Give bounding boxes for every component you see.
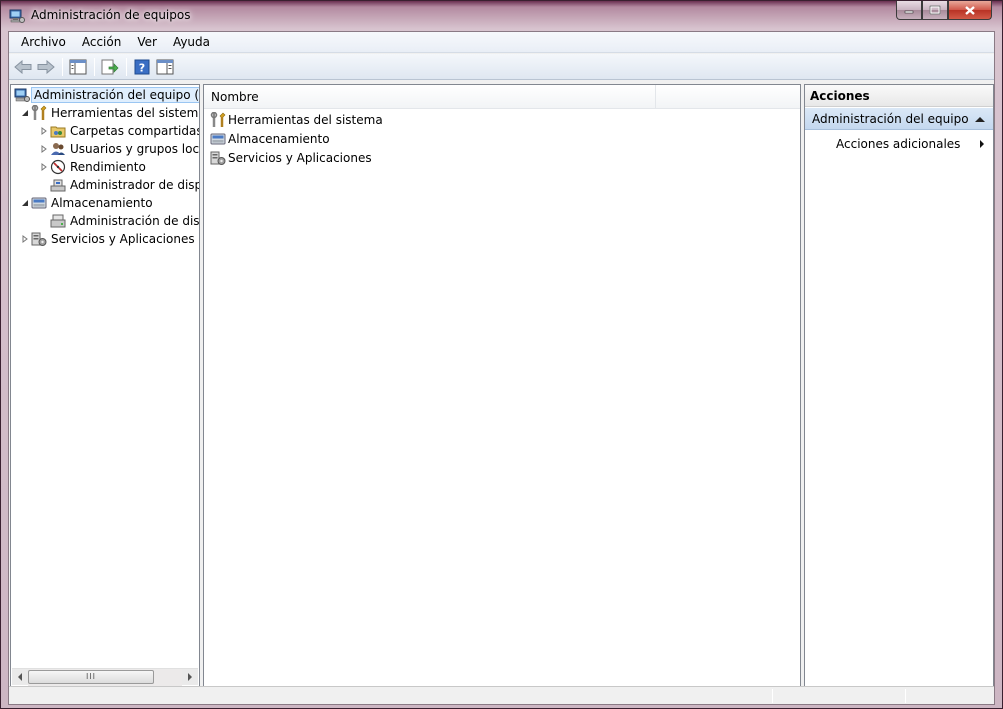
performance-icon [50, 159, 66, 175]
show-hide-action-pane-button[interactable] [154, 56, 176, 78]
tree-item-label: Usuarios y grupos locales [70, 142, 200, 156]
tree-item-computer-management[interactable]: Administración del equipo (local) [14, 86, 199, 104]
tree-item-label: Carpetas compartidas [70, 124, 200, 138]
console-tree-pane: Administración del equipo (local) Herram… [10, 84, 200, 687]
storage-icon [31, 197, 47, 209]
forward-button[interactable] [35, 56, 57, 78]
back-button[interactable] [12, 56, 34, 78]
collapsed-triangle-icon[interactable] [38, 143, 50, 155]
tree-item-label: Administración de discos [70, 214, 200, 228]
services-icon [210, 151, 226, 165]
back-arrow-icon [14, 59, 32, 74]
shared-folder-icon [50, 126, 66, 138]
client-area: Archivo Acción Ver Ayuda ? Administració… [8, 31, 995, 705]
action-item-label: Acciones adicionales [836, 137, 961, 151]
status-separator [905, 689, 906, 703]
help-icon: ? [134, 59, 150, 74]
toolbar-separator [126, 57, 127, 76]
toolbar: ? [9, 54, 994, 80]
actions-section-label: Administración del equipo (... [812, 111, 973, 126]
computer-management-icon [14, 88, 30, 102]
window-title: Administración de equipos [31, 8, 191, 22]
show-hide-action-pane-icon [156, 59, 174, 74]
maximize-button[interactable] [922, 1, 948, 20]
title-bar[interactable]: Administración de equipos [1, 1, 1002, 31]
actions-pane: Acciones Administración del equipo (... … [804, 84, 994, 687]
disk-management-icon [50, 214, 66, 228]
collapse-up-icon[interactable] [973, 114, 987, 124]
scrollbar-thumb[interactable]: III [28, 669, 154, 684]
storage-icon [210, 133, 226, 144]
help-button[interactable]: ? [131, 56, 153, 78]
menu-archivo[interactable]: Archivo [13, 32, 74, 52]
menu-ayuda[interactable]: Ayuda [165, 32, 218, 52]
close-icon [965, 5, 975, 15]
tree-horizontal-scrollbar[interactable]: III [12, 668, 198, 686]
menu-bar: Archivo Acción Ver Ayuda [9, 32, 994, 53]
tree-item-label: Almacenamiento [51, 196, 153, 210]
column-header-name[interactable]: Nombre [204, 85, 656, 109]
expanded-triangle-icon[interactable] [19, 107, 31, 119]
device-manager-icon [50, 179, 66, 192]
actions-header: Acciones [805, 85, 993, 107]
collapsed-triangle-icon[interactable] [19, 233, 31, 245]
status-bar [9, 686, 994, 704]
submenu-arrow-icon [980, 140, 984, 148]
show-hide-console-tree-icon [69, 59, 87, 74]
computer-management-icon [9, 9, 25, 23]
scroll-right-icon[interactable] [182, 669, 198, 686]
actions-section-computer-management[interactable]: Administración del equipo (... [805, 108, 993, 130]
action-more-actions[interactable]: Acciones adicionales [836, 135, 986, 153]
tree-item-services-applications[interactable]: Servicios y Aplicaciones [19, 230, 195, 248]
tree-item-storage[interactable]: Almacenamiento [19, 194, 153, 212]
expanded-triangle-icon[interactable] [19, 197, 31, 209]
tree-item-local-users-groups[interactable]: Usuarios y grupos locales [38, 140, 200, 158]
column-header-row: Nombre [204, 85, 800, 109]
close-button[interactable] [948, 1, 992, 20]
computer-management-window: Administración de equipos Archivo Acción… [0, 0, 1003, 709]
collapsed-triangle-icon[interactable] [38, 125, 50, 137]
export-list-button[interactable] [99, 56, 121, 78]
list-item-label: Servicios y Aplicaciones [228, 150, 372, 165]
tree-item-label: Administración del equipo (local) [31, 87, 199, 103]
minimize-icon [904, 10, 914, 14]
services-icon [31, 232, 47, 246]
collapsed-triangle-icon[interactable] [38, 161, 50, 173]
tree-item-device-manager[interactable]: Administrador de dispositivos [38, 176, 199, 194]
svg-text:?: ? [139, 61, 145, 74]
list-item-label: Herramientas del sistema [228, 112, 383, 127]
minimize-button[interactable] [896, 1, 922, 20]
tree-item-label: Rendimiento [70, 160, 146, 174]
tree-item-label: Servicios y Aplicaciones [51, 232, 195, 246]
toolbar-separator [62, 57, 63, 76]
status-separator [772, 689, 773, 703]
toolbar-separator [94, 57, 95, 76]
scrollbar-track[interactable]: III [28, 668, 182, 686]
menu-ver[interactable]: Ver [129, 32, 165, 52]
tree-item-label: Administrador de dispositivos [70, 178, 199, 192]
tree-item-disk-management[interactable]: Administración de discos [38, 212, 200, 230]
list-item[interactable]: Servicios y Aplicaciones [210, 148, 372, 167]
tools-icon [31, 105, 47, 120]
tree-item-performance[interactable]: Rendimiento [38, 158, 146, 176]
maximize-icon [929, 5, 941, 15]
export-list-icon [101, 59, 119, 74]
users-icon [51, 143, 65, 155]
tree-item-system-tools[interactable]: Herramientas del sistema [19, 104, 200, 122]
list-item-label: Almacenamiento [228, 131, 330, 146]
forward-arrow-icon [37, 59, 55, 74]
results-list-pane: Nombre Herramientas del sistema Almacena… [203, 84, 801, 687]
show-hide-console-tree-button[interactable] [67, 56, 89, 78]
tree-item-shared-folders[interactable]: Carpetas compartidas [38, 122, 200, 140]
scroll-left-icon[interactable] [12, 669, 28, 686]
menu-accion[interactable]: Acción [74, 32, 129, 52]
list-item[interactable]: Almacenamiento [210, 129, 330, 148]
list-item[interactable]: Herramientas del sistema [210, 110, 383, 129]
tools-icon [210, 111, 226, 127]
tree-item-label: Herramientas del sistema [51, 106, 200, 120]
